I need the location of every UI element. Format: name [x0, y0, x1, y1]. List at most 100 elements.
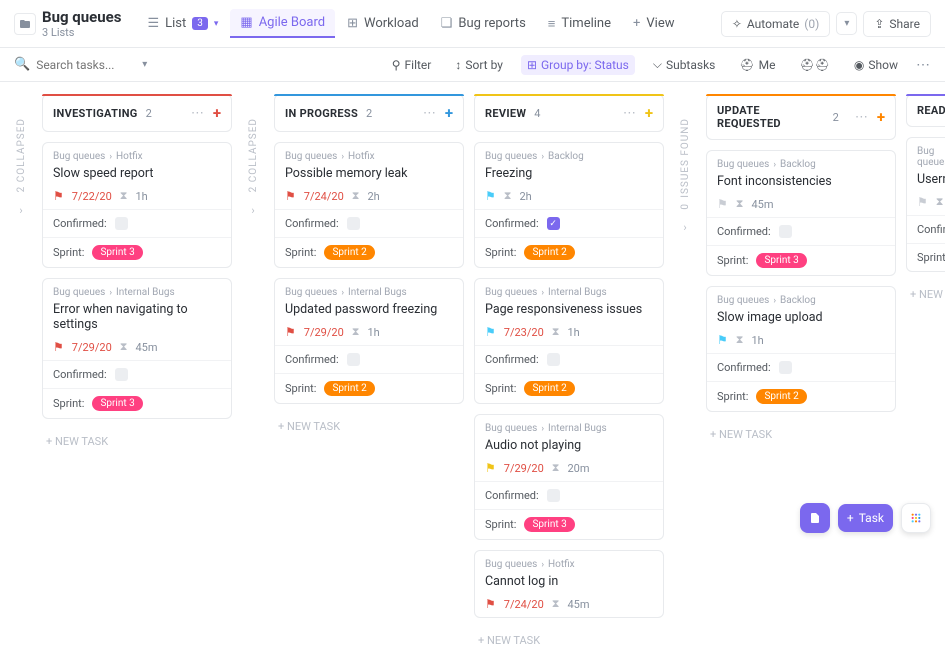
due-date[interactable]: 7/22/20: [72, 190, 112, 203]
column-more-icon[interactable]: ⋯: [191, 106, 205, 121]
column-more-icon[interactable]: ⋯: [423, 106, 437, 121]
subtasks-button[interactable]: ⌵Subtasks: [647, 54, 722, 75]
confirmed-checkbox[interactable]: [779, 225, 792, 238]
breadcrumb: Bug queues: [917, 146, 945, 168]
priority-flag-icon[interactable]: ⚑: [285, 189, 296, 203]
due-date[interactable]: 7/24/20: [304, 190, 344, 203]
share-button[interactable]: ⇪ Share: [863, 11, 931, 37]
task-card[interactable]: Bug queues Usernam ⚑ ⧗ 30 Confirmed: Spr…: [906, 137, 945, 272]
task-card[interactable]: Bug queues›Hotfix Cannot log in ⚑ 7/24/2…: [474, 550, 664, 618]
search-input[interactable]: [36, 58, 136, 72]
plus-icon: +: [847, 511, 854, 525]
column-name: REVIEW: [485, 107, 526, 120]
sprint-pill[interactable]: Sprint 2: [756, 389, 806, 404]
new-task-button[interactable]: + NEW TASK: [42, 429, 232, 454]
sprint-pill[interactable]: Sprint 2: [524, 381, 574, 396]
task-card[interactable]: Bug queues›Hotfix Possible memory leak ⚑…: [274, 142, 464, 268]
view-tab-bug-reports[interactable]: ❏Bug reports: [431, 10, 536, 37]
breadcrumb: Bug queues›Hotfix: [285, 151, 453, 162]
chevron-right-icon[interactable]: ›: [683, 221, 686, 234]
task-card[interactable]: Bug queues›Backlog Slow image upload ⚑ ⧗…: [706, 286, 896, 412]
automate-button[interactable]: ✧ Automate (0): [721, 11, 830, 37]
due-date[interactable]: 7/29/20: [504, 462, 544, 475]
assignees-button[interactable]: ⛑⛑: [793, 55, 835, 75]
search-chevron-icon[interactable]: ▾: [142, 59, 147, 70]
view-tab-workload[interactable]: ⊞Workload: [337, 10, 429, 37]
collapsed-group[interactable]: ISSUES FOUND0›: [674, 94, 696, 653]
due-date[interactable]: 7/24/20: [504, 598, 544, 611]
automate-chevron[interactable]: ▾: [836, 12, 857, 35]
chevron-right-icon[interactable]: ›: [19, 204, 22, 217]
column-more-icon[interactable]: ⋯: [855, 110, 869, 125]
view-tab-view[interactable]: +View: [623, 10, 685, 37]
fab-note-button[interactable]: [800, 503, 830, 533]
column-add-icon[interactable]: +: [877, 108, 885, 126]
priority-flag-icon[interactable]: ⚑: [485, 597, 496, 611]
task-card[interactable]: Bug queues›Internal Bugs Updated passwor…: [274, 278, 464, 404]
priority-flag-icon[interactable]: ⚑: [285, 325, 296, 339]
new-task-button[interactable]: + NEW TASK: [906, 282, 945, 307]
me-button[interactable]: ⛑Me: [733, 55, 781, 75]
confirmed-checkbox[interactable]: [547, 489, 560, 502]
priority-flag-icon[interactable]: ⚑: [53, 340, 64, 354]
new-task-button[interactable]: + NEW TASK: [474, 628, 664, 653]
sort-button[interactable]: ↕Sort by: [449, 55, 509, 75]
priority-flag-icon[interactable]: ⚑: [717, 197, 728, 211]
task-title: Freezing: [485, 166, 653, 181]
priority-flag-icon[interactable]: ⚑: [717, 333, 728, 347]
confirmed-checkbox[interactable]: [779, 361, 792, 374]
fab-apps-button[interactable]: [901, 503, 931, 533]
sprint-pill[interactable]: Sprint 3: [92, 245, 142, 260]
sprint-pill[interactable]: Sprint 3: [756, 253, 806, 268]
folder-icon[interactable]: [14, 13, 36, 35]
task-card[interactable]: Bug queues›Internal Bugs Page responsive…: [474, 278, 664, 404]
fab-task-button[interactable]: +Task: [838, 504, 893, 532]
column-header[interactable]: IN PROGRESS 2 ⋯ +: [274, 94, 464, 132]
confirmed-checkbox[interactable]: [347, 353, 360, 366]
confirmed-checkbox[interactable]: [547, 353, 560, 366]
sprint-pill[interactable]: Sprint 3: [92, 396, 142, 411]
group-button[interactable]: ⊞Group by: Status: [521, 55, 635, 75]
sprint-pill[interactable]: Sprint 2: [324, 381, 374, 396]
column-header[interactable]: READY: [906, 94, 945, 127]
due-date[interactable]: 7/23/20: [504, 326, 544, 339]
collapsed-group[interactable]: 2 COLLAPSED›: [242, 94, 264, 653]
view-tab-timeline[interactable]: ≡Timeline: [538, 10, 621, 38]
confirmed-checkbox[interactable]: [115, 217, 128, 230]
task-card[interactable]: Bug queues›Backlog Font inconsistencies …: [706, 150, 896, 276]
task-card[interactable]: Bug queues›Internal Bugs Audio not playi…: [474, 414, 664, 540]
sprint-pill[interactable]: Sprint 3: [524, 517, 574, 532]
priority-flag-icon[interactable]: ⚑: [485, 461, 496, 475]
task-card[interactable]: Bug queues›Backlog Freezing ⚑ ⧗ 2h Confi…: [474, 142, 664, 268]
priority-flag-icon[interactable]: ⚑: [485, 325, 496, 339]
priority-flag-icon[interactable]: ⚑: [53, 189, 64, 203]
confirmed-checkbox[interactable]: [115, 368, 128, 381]
show-button[interactable]: ◉Show: [848, 55, 904, 75]
new-task-button[interactable]: + NEW TASK: [274, 414, 464, 439]
due-date[interactable]: 7/29/20: [72, 341, 112, 354]
priority-flag-icon[interactable]: ⚑: [917, 195, 928, 209]
priority-flag-icon[interactable]: ⚑: [485, 189, 496, 203]
due-date[interactable]: 7/29/20: [304, 326, 344, 339]
task-card[interactable]: Bug queues›Internal Bugs Error when navi…: [42, 278, 232, 419]
column-add-icon[interactable]: +: [213, 104, 221, 122]
column-header[interactable]: INVESTIGATING 2 ⋯ +: [42, 94, 232, 132]
collapsed-group[interactable]: 2 COLLAPSED›: [10, 94, 32, 653]
confirmed-checkbox[interactable]: [347, 217, 360, 230]
task-card[interactable]: Bug queues›Hotfix Slow speed report ⚑ 7/…: [42, 142, 232, 268]
sprint-pill[interactable]: Sprint 2: [524, 245, 574, 260]
view-tab-list[interactable]: ☰List3▾: [137, 10, 228, 37]
filter-button[interactable]: ⚲Filter: [386, 55, 438, 75]
column-add-icon[interactable]: +: [445, 104, 453, 122]
column-add-icon[interactable]: +: [645, 104, 653, 122]
column-header[interactable]: REVIEW 4 ⋯ +: [474, 94, 664, 132]
chevron-right-icon[interactable]: ›: [251, 204, 254, 217]
chevron-down-icon[interactable]: ▾: [214, 19, 219, 29]
view-tab-agile-board[interactable]: ▦Agile Board: [230, 9, 335, 38]
column-header[interactable]: UPDATE REQUESTED 2 ⋯ +: [706, 94, 896, 140]
new-task-button[interactable]: + NEW TASK: [706, 422, 896, 447]
sprint-pill[interactable]: Sprint 2: [324, 245, 374, 260]
confirmed-checkbox[interactable]: ✓: [547, 217, 560, 230]
toolbar-more-icon[interactable]: ⋯: [916, 57, 931, 73]
column-more-icon[interactable]: ⋯: [623, 106, 637, 121]
